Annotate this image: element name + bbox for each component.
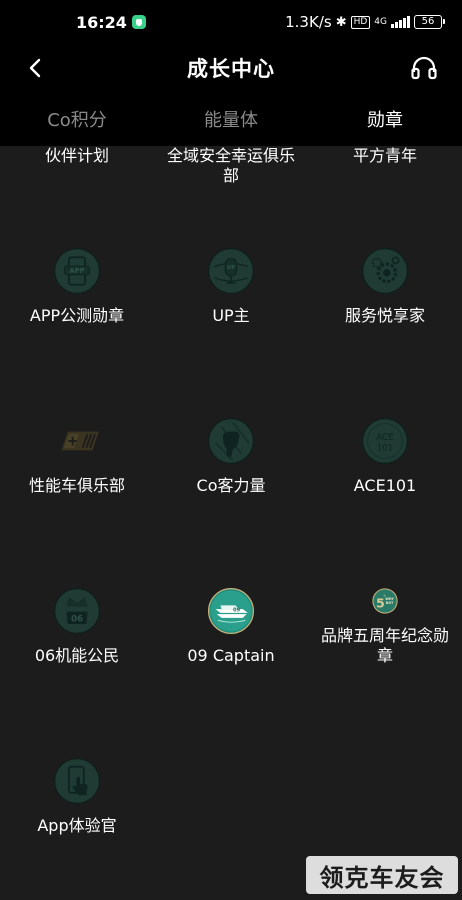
svg-text:APP: APP xyxy=(69,267,84,275)
medal-label: 09 Captain xyxy=(187,646,275,665)
phone-hand-badge-icon xyxy=(54,758,100,804)
shield-icon xyxy=(131,15,146,29)
tab-medals[interactable]: 勋章 xyxy=(308,92,462,146)
svg-text:5: 5 xyxy=(376,595,385,610)
medal-label: 性能车俱乐部 xyxy=(28,476,125,495)
medal-item[interactable]: 性能车俱乐部 xyxy=(0,326,154,496)
page-title: 成长中心 xyxy=(187,57,275,81)
tab-energy[interactable]: 能量体 xyxy=(154,92,308,146)
status-bar: 16:24 1.3K/s ✱ HD 4G 56 xyxy=(0,0,462,44)
5th-why-not-badge-icon: 5 th WHY NOT xyxy=(372,588,398,614)
app-phone-badge-icon: APP xyxy=(54,248,100,294)
medal-item[interactable]: ACE 101 ACE101 xyxy=(308,326,462,496)
medal-item[interactable]: 09 09 Captain xyxy=(154,496,308,666)
up-microphone-badge-icon: UP xyxy=(208,248,254,294)
bluetooth-icon: ✱ xyxy=(335,14,347,30)
medal-list[interactable]: 伙伴计划 全域安全幸运俱乐部 平方青年 APP APP公测勋章 UP UP主 服… xyxy=(0,146,462,900)
gear-service-badge-icon xyxy=(362,248,408,294)
status-time: 16:24 xyxy=(76,12,127,32)
svg-text:101: 101 xyxy=(377,443,394,453)
medal-item[interactable]: 06 06机能公民 xyxy=(0,496,154,666)
svg-text:UP: UP xyxy=(227,265,236,271)
svg-text:09: 09 xyxy=(233,608,240,614)
medal-grid: APP APP公测勋章 UP UP主 服务悦享家 性能车俱乐部 Co客力量 AC… xyxy=(0,156,462,836)
medal-label: 品牌五周年纪念勋章 xyxy=(320,626,449,665)
svg-text:ACE: ACE xyxy=(376,433,393,443)
medal-item[interactable]: APP APP公测勋章 xyxy=(0,156,154,326)
medal-item[interactable]: 服务悦享家 xyxy=(308,156,462,326)
hd-badge: HD xyxy=(350,15,371,29)
medal-label: 06机能公民 xyxy=(34,646,120,665)
medal-item[interactable]: App体验官 xyxy=(0,666,154,836)
medal-label: App体验官 xyxy=(37,816,117,835)
network-type: 4G xyxy=(374,17,387,27)
signal-icon xyxy=(391,16,410,28)
medal-item[interactable]: 5 th WHY NOT 品牌五周年纪念勋章 xyxy=(308,496,462,666)
medal-item[interactable]: UP UP主 xyxy=(154,156,308,326)
watermark-logo: 领克车友会 xyxy=(306,856,458,894)
medal-item[interactable]: Co客力量 xyxy=(154,326,308,496)
network-speed: 1.3K/s xyxy=(285,13,332,31)
svg-text:NOT: NOT xyxy=(386,601,394,605)
medal-label: APP公测勋章 xyxy=(29,306,125,325)
battery-icon: 56 xyxy=(414,15,445,29)
tab-co-points[interactable]: Co积分 xyxy=(0,92,154,146)
medal-label: ACE101 xyxy=(353,476,417,495)
medal-label: 服务悦享家 xyxy=(344,306,425,325)
svg-text:06: 06 xyxy=(71,615,83,625)
stripe-flag-badge-icon xyxy=(61,431,99,451)
yacht-09-badge-icon: 09 xyxy=(208,588,254,634)
06-citizen-badge-icon: 06 xyxy=(54,588,100,634)
ace101-badge-icon: ACE 101 xyxy=(362,418,408,464)
svg-text:WHY: WHY xyxy=(385,597,394,601)
chevron-left-icon[interactable] xyxy=(24,56,48,80)
fist-badge-icon xyxy=(208,418,254,464)
tab-bar: Co积分 能量体 勋章 xyxy=(0,92,462,146)
medal-label: Co客力量 xyxy=(196,476,266,495)
medal-label: UP主 xyxy=(212,306,250,325)
top-nav-bar: 成长中心 xyxy=(0,44,462,92)
status-indicators: 1.3K/s ✱ HD 4G 56 xyxy=(285,13,445,31)
headset-icon[interactable] xyxy=(410,55,438,81)
